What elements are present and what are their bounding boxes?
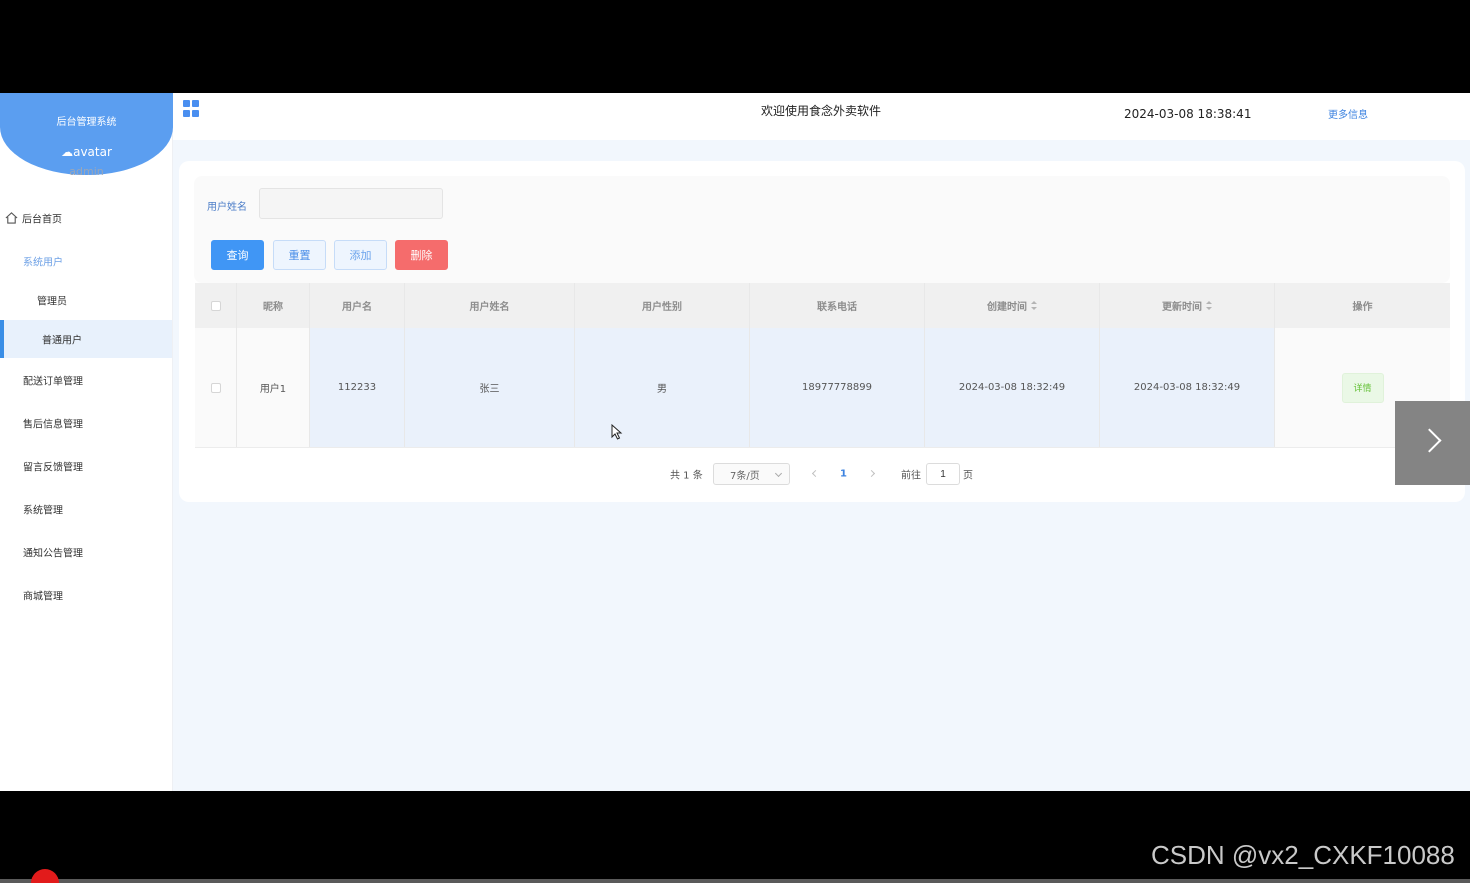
cell-realname: 张三 — [405, 328, 575, 447]
broken-image-icon: ☁ — [61, 145, 74, 159]
page-unit-label: 页 — [963, 470, 973, 482]
screen: 后台管理系统 ☁avatar admin 后台首页 系统用户 管理员 普通用户 … — [0, 0, 1470, 883]
current-datetime: 2024-03-08 18:38:41 — [1124, 107, 1252, 121]
next-page-icon[interactable] — [867, 469, 876, 478]
sidebar-item-label: 配送订单管理 — [23, 376, 83, 388]
column-header-actions: 操作 — [1352, 302, 1373, 313]
system-name: 后台管理系统 — [56, 117, 117, 128]
sidebar-item-label: 后台首页 — [22, 214, 62, 226]
sidebar-item-feedback[interactable]: 留言反馈管理 — [0, 454, 172, 478]
menu-grid-icon[interactable] — [183, 100, 200, 117]
sidebar-item-label: 商城管理 — [23, 591, 63, 603]
search-label: 用户姓名 — [207, 202, 247, 213]
pagination-total: 共 1 条 — [670, 470, 703, 482]
sidebar-item-home[interactable]: 后台首页 — [0, 206, 172, 230]
cell-phone: 18977778899 — [750, 328, 925, 447]
column-header-nickname: 昵称 — [237, 283, 310, 328]
users-table: 昵称 用户名 用户姓名 用户性别 联系电话 创建时间 更新时间 操作 用户1 1… — [195, 283, 1450, 450]
column-header-gender: 用户性别 — [575, 283, 750, 328]
sort-icon[interactable] — [1206, 301, 1212, 310]
row-select — [195, 328, 237, 447]
sidebar-item-admins[interactable]: 管理员 — [0, 288, 172, 312]
top-bar: 欢迎使用食念外卖软件 2024-03-08 18:38:41 更多信息 — [173, 93, 1470, 140]
search-panel: 用户姓名 查询 重置 添加 删除 — [194, 176, 1450, 283]
query-button[interactable]: 查询 — [211, 240, 264, 270]
column-header-realname: 用户姓名 — [405, 283, 575, 328]
sidebar-item-after-sales[interactable]: 售后信息管理 — [0, 411, 172, 435]
select-all-checkbox[interactable] — [210, 300, 221, 311]
sidebar-item-label: 通知公告管理 — [23, 548, 83, 560]
username: admin — [69, 165, 104, 178]
cell-gender: 男 — [575, 328, 750, 447]
home-icon — [5, 212, 18, 224]
goto-page-input[interactable] — [926, 463, 960, 485]
sidebar-item-delivery-orders[interactable]: 配送订单管理 — [0, 368, 172, 392]
sidebar: 后台管理系统 ☁avatar admin 后台首页 系统用户 管理员 普通用户 … — [0, 93, 173, 791]
header-select-all — [195, 283, 237, 328]
sidebar-item-label: 留言反馈管理 — [23, 462, 83, 474]
sidebar-item-notices[interactable]: 通知公告管理 — [0, 540, 172, 564]
avatar[interactable]: ☁avatar — [0, 145, 173, 159]
welcome-text: 欢迎使用食念外卖软件 — [761, 104, 882, 118]
sidebar-item-system-users[interactable]: 系统用户 — [0, 249, 172, 273]
detail-button[interactable]: 详情 — [1341, 372, 1384, 403]
add-button[interactable]: 添加 — [334, 240, 387, 270]
column-header-created[interactable]: 创建时间 — [925, 283, 1100, 328]
sidebar-item-label: 售后信息管理 — [23, 419, 83, 431]
mouse-cursor-icon — [611, 424, 623, 440]
content-card: 用户姓名 查询 重置 添加 删除 昵称 用户名 用户姓名 用户性别 联系电话 创… — [179, 161, 1465, 502]
delete-button[interactable]: 删除 — [395, 240, 448, 270]
goto-label: 前往 — [901, 470, 921, 482]
search-input[interactable] — [259, 188, 443, 219]
watermark-text: CSDN @vx2_CXKF10088 — [1151, 840, 1455, 870]
sidebar-item-normal-users[interactable]: 普通用户 — [0, 320, 172, 358]
app-window: 后台管理系统 ☁avatar admin 后台首页 系统用户 管理员 普通用户 … — [0, 93, 1470, 791]
column-header-username: 用户名 — [310, 283, 405, 328]
table-row[interactable]: 用户1 112233 张三 男 18977778899 2024-03-08 1… — [195, 328, 1450, 448]
video-progress-bar[interactable] — [0, 879, 1470, 883]
sidebar-item-mall[interactable]: 商城管理 — [0, 583, 172, 607]
column-header-updated[interactable]: 更新时间 — [1100, 283, 1275, 328]
chevron-right-icon — [1417, 428, 1442, 453]
table-header: 昵称 用户名 用户姓名 用户性别 联系电话 创建时间 更新时间 操作 — [195, 283, 1450, 328]
page-size-select[interactable]: 7条/页 — [713, 463, 790, 485]
sidebar-item-label: 系统管理 — [23, 505, 63, 517]
page-number-current[interactable]: 1 — [840, 469, 847, 480]
cell-created: 2024-03-08 18:32:49 — [925, 328, 1100, 447]
more-info-link[interactable]: 更多信息 — [1328, 106, 1368, 121]
brand-header: 后台管理系统 ☁avatar admin — [0, 93, 173, 178]
prev-page-icon[interactable] — [811, 469, 820, 478]
sidebar-item-label: 普通用户 — [42, 335, 82, 347]
sort-icon[interactable] — [1031, 301, 1037, 310]
sidebar-item-system[interactable]: 系统管理 — [0, 497, 172, 521]
sidebar-item-label: 管理员 — [37, 296, 67, 308]
chevron-down-icon — [774, 469, 783, 478]
row-checkbox[interactable] — [210, 382, 221, 393]
cell-username: 112233 — [310, 328, 405, 447]
column-header-phone: 联系电话 — [750, 283, 925, 328]
sidebar-item-label: 系统用户 — [23, 257, 63, 269]
pagination: 共 1 条 7条/页 1 前往 页 — [179, 463, 1465, 485]
next-slide-button[interactable] — [1395, 401, 1470, 485]
reset-button[interactable]: 重置 — [273, 240, 326, 270]
video-progress-handle[interactable] — [31, 869, 59, 883]
cell-nickname: 用户1 — [237, 328, 310, 447]
cell-updated: 2024-03-08 18:32:49 — [1100, 328, 1275, 447]
